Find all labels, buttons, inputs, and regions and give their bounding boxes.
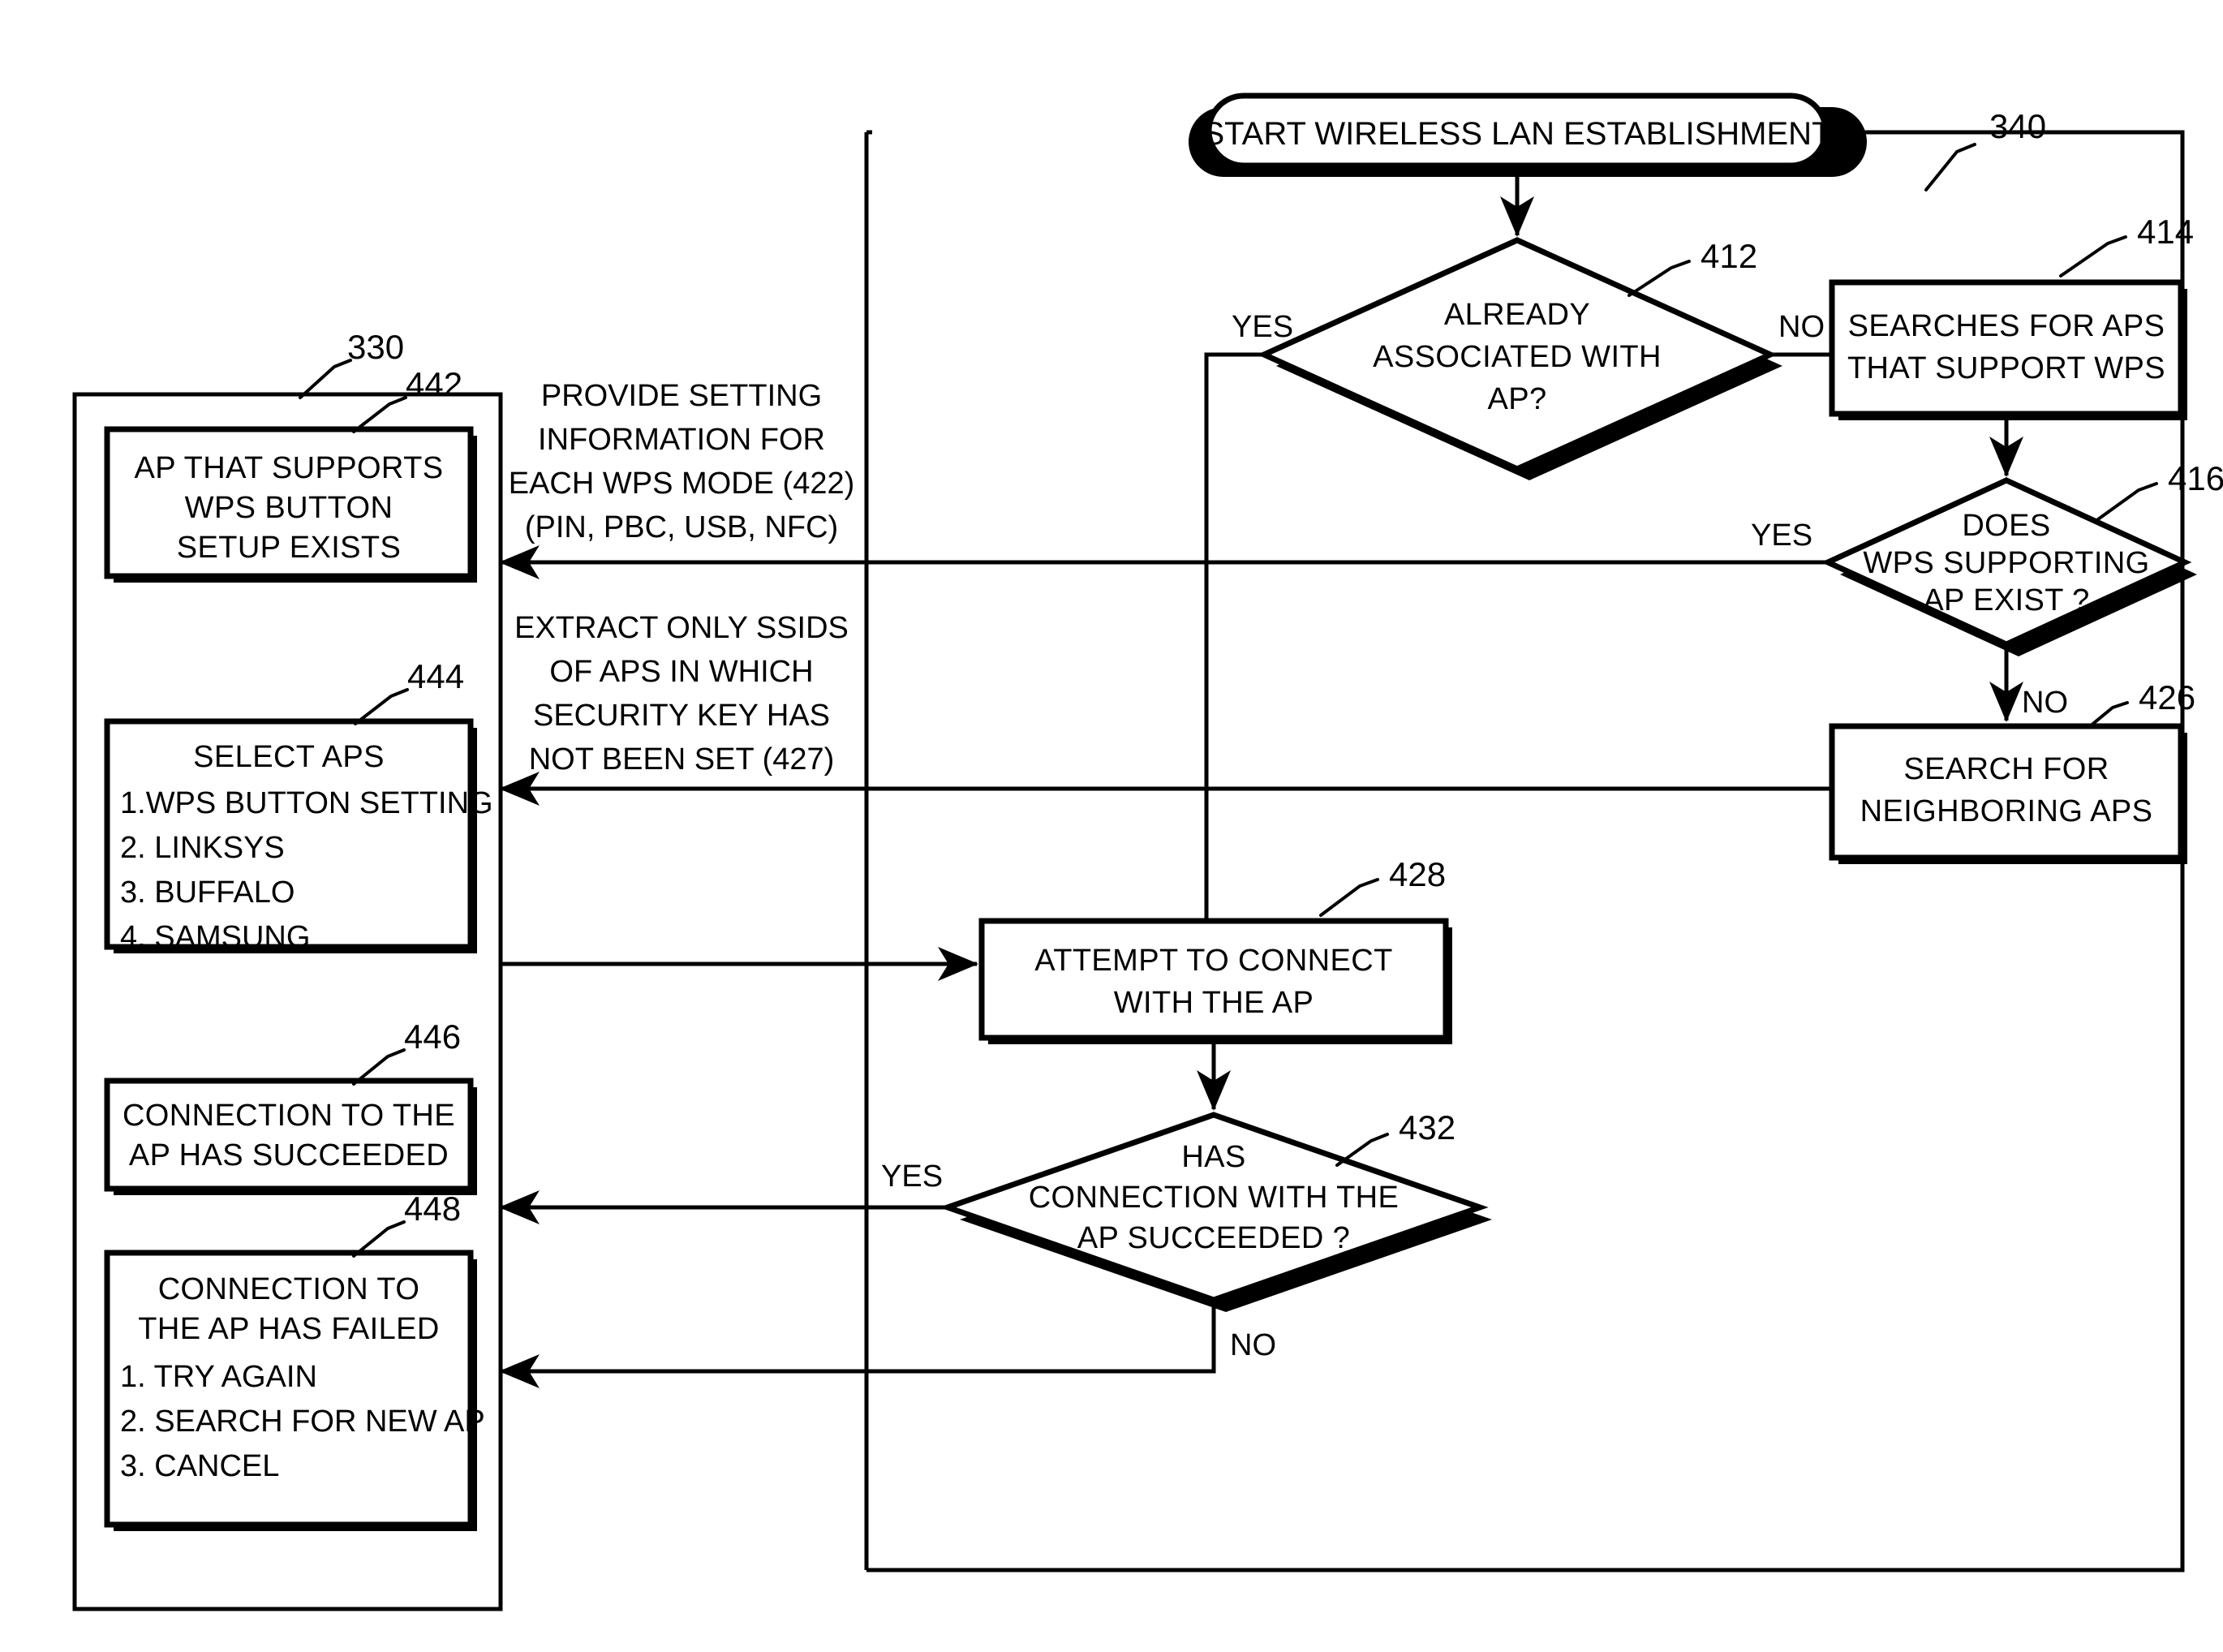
ref-330: 330: [299, 328, 404, 399]
ui-screen-446[interactable]: CONNECTION TO THE AP HAS SUCCEEDED: [104, 1078, 477, 1195]
edge-label-412-no: NO: [1778, 310, 1825, 344]
start-node-label: START WIRELESS LAN ESTABLISHMENT: [1203, 116, 1832, 152]
figure-canvas: 340 START WIRELESS LAN ESTABLISHMENT ALR…: [0, 0, 2223, 1652]
edge-label-432-yes: YES: [881, 1159, 943, 1194]
ui-screen-444-line-0: SELECT APS: [193, 740, 385, 774]
ui-screen-446-line-0: CONNECTION TO THE: [123, 1099, 455, 1133]
ui-screen-448-item-0[interactable]: 1. TRY AGAIN: [120, 1360, 317, 1394]
annotation-422-line-3: (PIN, PBC, USB, NFC): [525, 510, 838, 544]
ui-screen-442-line-0: AP THAT SUPPORTS: [135, 451, 444, 485]
annotation-422-line-0: PROVIDE SETTING: [541, 379, 822, 413]
edge-label-412-yes: YES: [1232, 310, 1293, 344]
process-414: SEARCHES FOR APS THAT SUPPORT WPS: [1829, 279, 2187, 420]
annotation-427-line-0: EXTRACT ONLY SSIDS: [514, 611, 849, 645]
edge-label-416-yes: YES: [1751, 518, 1812, 553]
edge-label-416-no: NO: [2022, 686, 2068, 720]
ref-428-text: 428: [1389, 855, 1446, 893]
ref-442-text: 442: [406, 365, 462, 403]
start-node: START WIRELESS LAN ESTABLISHMENT: [1189, 92, 1867, 177]
ref-446-text: 446: [404, 1017, 461, 1056]
edge-412-yes: [1204, 352, 1264, 969]
ref-432-text: 432: [1399, 1108, 1455, 1147]
ui-screen-446-line-1: AP HAS SUCCEEDED: [129, 1138, 449, 1172]
annotation-427: EXTRACT ONLY SSIDS OF APS IN WHICH SECUR…: [514, 611, 849, 777]
process-426: SEARCH FOR NEIGHBORING APS: [1829, 723, 2187, 864]
ui-screen-448-line-1: THE AP HAS FAILED: [138, 1312, 439, 1346]
annotation-427-line-3: NOT BEEN SET (427): [529, 742, 835, 777]
edge-432-no: [499, 1300, 1216, 1388]
ref-444-text: 444: [407, 657, 464, 695]
process-428: ATTEMPT TO CONNECT WITH THE AP: [978, 918, 1452, 1044]
decision-412-line3: AP?: [1487, 382, 1546, 416]
process-428-line1: ATTEMPT TO CONNECT: [1034, 944, 1392, 978]
ref-340-text: 340: [1989, 107, 2046, 145]
ui-screen-444[interactable]: SELECT APS 1.WPS BUTTON SETTING 2. LINKS…: [104, 718, 493, 954]
decision-412-line1: ALREADY: [1444, 298, 1590, 332]
ref-442: 442: [352, 365, 462, 433]
decision-416-line3: AP EXIST ?: [1923, 583, 2089, 617]
ref-426: 426: [2083, 678, 2195, 732]
decision-432-line1: HAS: [1181, 1140, 1245, 1174]
process-414-line2: THAT SUPPORT WPS: [1847, 351, 2165, 385]
decision-416-line2: WPS SUPPORTING: [1863, 546, 2149, 580]
ref-416-text: 416: [2168, 459, 2223, 497]
process-426-line1: SEARCH FOR: [1903, 752, 2109, 786]
annotation-427-line-2: SECURITY KEY HAS: [533, 699, 830, 733]
ref-446: 446: [352, 1017, 461, 1086]
ref-330-text: 330: [347, 328, 404, 366]
ui-screen-442[interactable]: AP THAT SUPPORTS WPS BUTTON SETUP EXISTS: [104, 426, 477, 583]
decision-416: DOES WPS SUPPORTING AP EXIST ?: [1821, 477, 2197, 656]
decision-416-line1: DOES: [1962, 509, 2050, 543]
ref-412-text: 412: [1701, 237, 1757, 275]
annotation-422-line-2: EACH WPS MODE (422): [509, 467, 855, 501]
patent-flowchart: 340 START WIRELESS LAN ESTABLISHMENT ALR…: [72, 92, 2223, 1611]
ref-428: 428: [1319, 855, 1446, 917]
ref-412: 412: [1627, 237, 1757, 297]
ui-screen-444-item-1[interactable]: 2. LINKSYS: [120, 831, 285, 865]
ui-screen-448-item-2[interactable]: 3. CANCEL: [120, 1449, 279, 1483]
ref-414: 414: [2059, 213, 2194, 277]
annotation-422-line-1: INFORMATION FOR: [538, 423, 825, 457]
decision-412-line2: ASSOCIATED WITH: [1373, 340, 1662, 374]
ui-screen-448-item-1[interactable]: 2. SEARCH FOR NEW AP: [120, 1405, 485, 1439]
ref-448: 448: [352, 1190, 461, 1258]
decision-412: ALREADY ASSOCIATED WITH AP?: [1257, 237, 1782, 480]
process-428-line2: WITH THE AP: [1114, 986, 1314, 1020]
ui-screen-444-item-2[interactable]: 3. BUFFALO: [120, 875, 295, 910]
process-414-line1: SEARCHES FOR APS: [1848, 309, 2165, 343]
decision-432-line3: AP SUCCEEDED ?: [1077, 1221, 1350, 1255]
ui-screen-448-line-0: CONNECTION TO: [158, 1272, 420, 1306]
ui-screen-448[interactable]: CONNECTION TO THE AP HAS FAILED 1. TRY A…: [104, 1250, 485, 1531]
annotation-427-line-1: OF APS IN WHICH: [549, 655, 813, 689]
process-426-line2: NEIGHBORING APS: [1860, 794, 2153, 828]
ref-432: 432: [1335, 1108, 1455, 1167]
ref-414-text: 414: [2137, 213, 2194, 251]
ui-screen-444-item-3[interactable]: 4. SAMSUNG: [120, 920, 310, 954]
edge-label-432-no: NO: [1230, 1328, 1276, 1362]
ref-340: 340: [1924, 107, 2046, 191]
annotation-422: PROVIDE SETTING INFORMATION FOR EACH WPS…: [509, 379, 855, 544]
ref-448-text: 448: [404, 1190, 461, 1228]
ref-426-text: 426: [2139, 678, 2195, 716]
decision-432-line2: CONNECTION WITH THE: [1029, 1181, 1400, 1215]
ref-416: 416: [2096, 459, 2223, 521]
ui-screen-442-line-1: WPS BUTTON: [185, 491, 393, 525]
ui-screen-444-item-0[interactable]: 1.WPS BUTTON SETTING: [120, 786, 493, 820]
ui-screen-442-line-2: SETUP EXISTS: [177, 531, 402, 565]
ref-444: 444: [354, 657, 464, 725]
